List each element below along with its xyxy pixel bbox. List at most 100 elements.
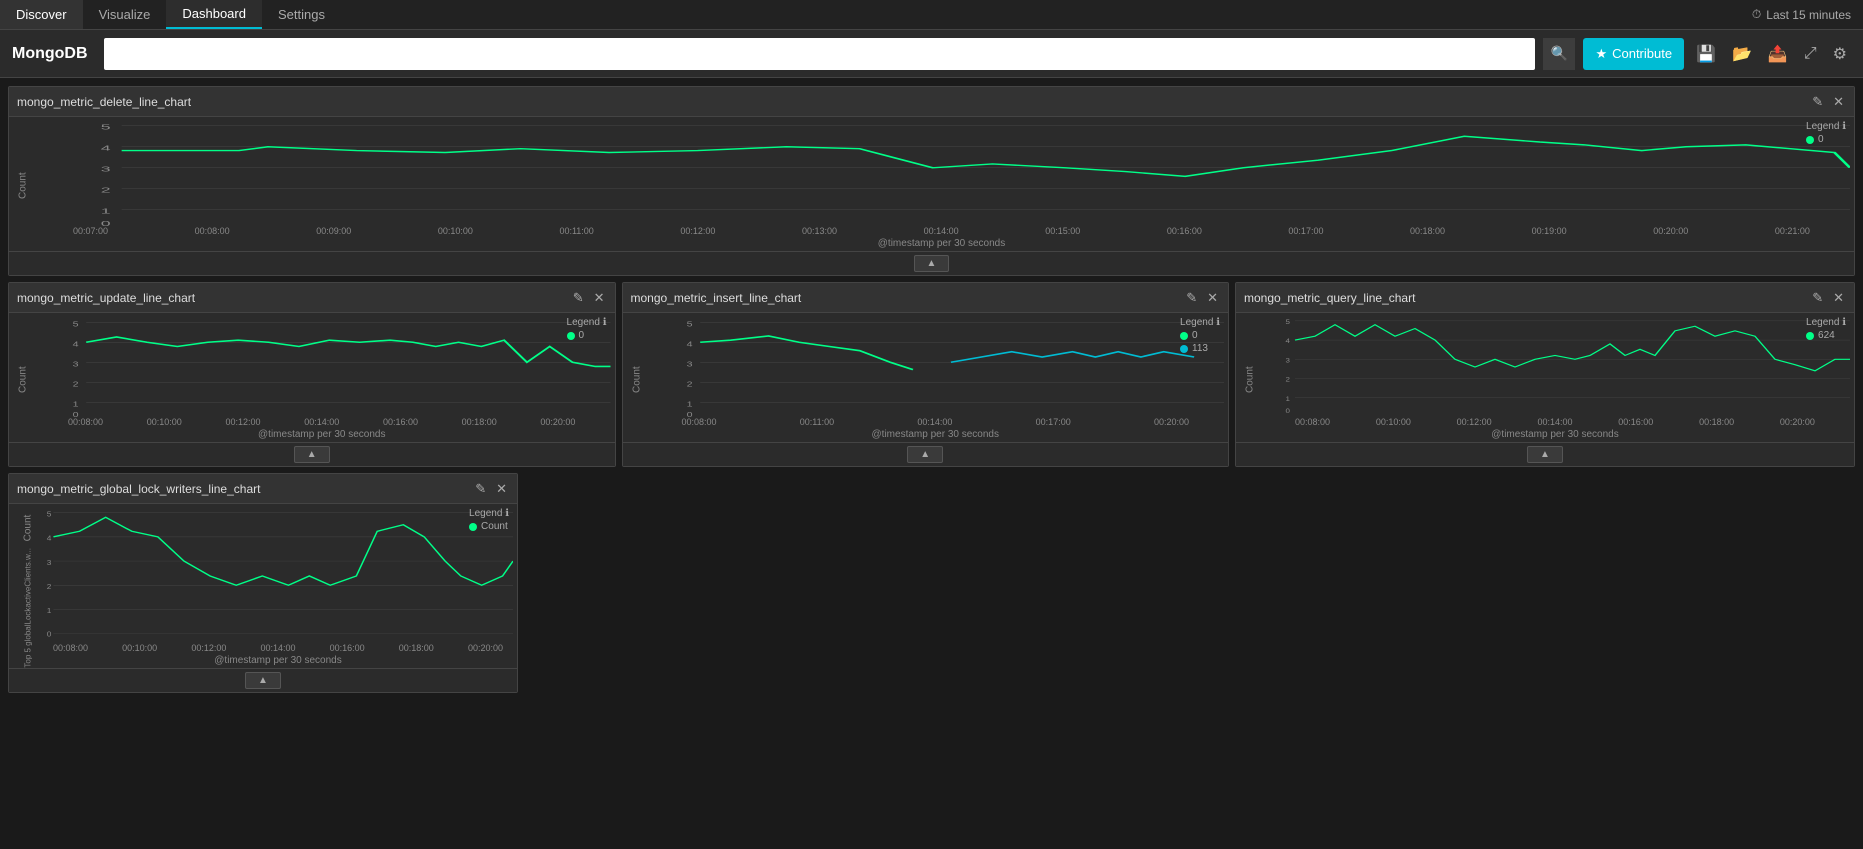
query-x-ticks: 00:08:0000:10:0000:12:0000:14:0000:16:00…	[1260, 417, 1850, 427]
global-lock-chart-area: Count Top 5 globalLockactiveClients.w...	[13, 508, 513, 668]
insert-chart-expand[interactable]: ▲	[907, 446, 943, 463]
svg-text:1: 1	[686, 400, 692, 408]
svg-text:0: 0	[101, 219, 111, 226]
save-button[interactable]: 💾	[1692, 40, 1720, 68]
svg-text:2: 2	[1286, 376, 1290, 383]
update-chart-title: mongo_metric_update_line_chart	[17, 291, 195, 305]
svg-text:4: 4	[101, 144, 111, 152]
nav-settings[interactable]: Settings	[262, 0, 341, 29]
query-y-axis: Count	[1240, 317, 1260, 442]
insert-x-ticks: 00:08:0000:11:0000:14:0000:17:0000:20:00	[647, 417, 1225, 427]
update-chart-close[interactable]: ✕	[592, 290, 607, 306]
delete-chart-close[interactable]: ✕	[1831, 94, 1846, 110]
zoom-button[interactable]: ⤢	[1800, 41, 1821, 67]
top-nav: Discover Visualize Dashboard Settings ⏱ …	[0, 0, 1863, 30]
delete-y-axis: Count	[13, 121, 33, 251]
nav-visualize[interactable]: Visualize	[83, 0, 167, 29]
svg-text:3: 3	[1286, 357, 1290, 364]
global-lock-x-ticks: 00:08:0000:10:0000:12:0000:14:0000:16:00…	[43, 643, 513, 653]
svg-text:5: 5	[686, 320, 692, 328]
global-lock-x-label: @timestamp per 30 seconds	[43, 653, 513, 668]
svg-text:3: 3	[47, 558, 52, 566]
update-chart-footer: ▲	[9, 442, 615, 466]
query-chart-area: Count 5 4 3	[1240, 317, 1850, 442]
time-display: ⏱ Last 15 minutes	[1752, 7, 1863, 22]
global-lock-y-axes: Count Top 5 globalLockactiveClients.w...	[13, 508, 43, 668]
insert-chart-inner: 5 4 3 2 1 0	[647, 317, 1225, 442]
delete-svg-wrapper: 5 4 3 2 1 0	[33, 121, 1850, 226]
svg-text:4: 4	[73, 340, 79, 348]
delete-chart-expand[interactable]: ▲	[914, 255, 950, 272]
svg-text:3: 3	[101, 165, 111, 173]
update-chart-panel: mongo_metric_update_line_chart ✎ ✕ Legen…	[8, 282, 616, 467]
svg-text:5: 5	[73, 320, 79, 328]
delete-chart-footer: ▲	[9, 251, 1854, 275]
query-chart-panel: mongo_metric_query_line_chart ✎ ✕ Legend…	[1235, 282, 1855, 467]
contribute-icon: ★	[1595, 46, 1607, 62]
insert-chart-edit[interactable]: ✎	[1184, 290, 1199, 306]
query-chart-close[interactable]: ✕	[1831, 290, 1846, 306]
main-content: mongo_metric_delete_line_chart ✎ ✕ Legen…	[0, 78, 1863, 849]
global-lock-y-axis-2: Top 5 globalLockactiveClients.w...	[18, 548, 38, 668]
svg-text:0: 0	[47, 630, 52, 638]
global-lock-chart-expand[interactable]: ▲	[245, 672, 281, 689]
contribute-button[interactable]: ★ Contribute	[1583, 38, 1684, 70]
insert-svg-wrapper: 5 4 3 2 1 0	[647, 317, 1225, 417]
svg-text:2: 2	[101, 186, 111, 194]
insert-chart-close[interactable]: ✕	[1205, 290, 1220, 306]
delete-chart-panel: mongo_metric_delete_line_chart ✎ ✕ Legen…	[8, 86, 1855, 276]
insert-chart-panel: mongo_metric_insert_line_chart ✎ ✕ Legen…	[622, 282, 1230, 467]
svg-text:2: 2	[73, 380, 79, 388]
nav-discover[interactable]: Discover	[0, 0, 83, 29]
delete-chart-edit[interactable]: ✎	[1810, 94, 1825, 110]
svg-text:3: 3	[73, 360, 79, 368]
search-button[interactable]: 🔍	[1543, 38, 1575, 70]
insert-y-axis: Count	[627, 317, 647, 442]
update-x-label: @timestamp per 30 seconds	[33, 427, 611, 442]
delete-legend: Legend ℹ 0	[1806, 121, 1846, 145]
svg-text:4: 4	[47, 534, 52, 542]
toolbar: MongoDB 🔍 ★ Contribute 💾 📂 📤 ⤢ ⚙	[0, 30, 1863, 78]
svg-text:4: 4	[686, 340, 692, 348]
delete-chart-area: Count 5 4	[13, 121, 1850, 251]
query-chart-edit[interactable]: ✎	[1810, 290, 1825, 306]
query-chart-svg: 5 4 3 2 1 0	[1260, 317, 1850, 417]
global-lock-chart-close[interactable]: ✕	[494, 481, 509, 497]
update-chart-area: Count 5 4 3	[13, 317, 611, 442]
open-button[interactable]: 📂	[1728, 40, 1756, 68]
insert-chart-title: mongo_metric_insert_line_chart	[631, 291, 802, 305]
query-chart-body: Legend ℹ 624 Count	[1236, 313, 1854, 442]
update-chart-edit[interactable]: ✎	[571, 290, 586, 306]
global-lock-chart-edit[interactable]: ✎	[473, 481, 488, 497]
svg-text:5: 5	[101, 123, 111, 131]
nav-dashboard[interactable]: Dashboard	[166, 0, 262, 29]
svg-text:0: 0	[1286, 408, 1290, 415]
svg-text:1: 1	[101, 207, 111, 215]
delete-chart-inner: 5 4 3 2 1 0 00:07:	[33, 121, 1850, 251]
query-x-label: @timestamp per 30 seconds	[1260, 427, 1850, 442]
delete-x-ticks: 00:07:0000:08:0000:09:0000:10:0000:11:00…	[33, 226, 1850, 236]
delete-chart-svg: 5 4 3 2 1 0	[33, 121, 1850, 226]
update-chart-body: Legend ℹ 0 Count	[9, 313, 615, 442]
query-chart-expand[interactable]: ▲	[1527, 446, 1563, 463]
delete-chart-header: mongo_metric_delete_line_chart ✎ ✕	[9, 87, 1854, 117]
insert-chart-header: mongo_metric_insert_line_chart ✎ ✕	[623, 283, 1229, 313]
share-button[interactable]: 📤	[1764, 40, 1792, 68]
insert-chart-svg: 5 4 3 2 1 0	[647, 317, 1225, 417]
app-title: MongoDB	[12, 45, 88, 63]
delete-chart-title: mongo_metric_delete_line_chart	[17, 95, 191, 109]
update-chart-inner: 5 4 3 2 1 0 00:08:0000:10:0000:12:0000:1…	[33, 317, 611, 442]
svg-text:5: 5	[1286, 319, 1290, 326]
svg-text:2: 2	[47, 582, 52, 590]
global-lock-chart-panel: mongo_metric_global_lock_writers_line_ch…	[8, 473, 518, 693]
search-input[interactable]	[104, 38, 1536, 70]
svg-text:4: 4	[1286, 338, 1290, 345]
global-lock-chart-title: mongo_metric_global_lock_writers_line_ch…	[17, 482, 260, 496]
insert-legend: Legend ℹ 0 113	[1180, 317, 1220, 354]
global-lock-chart-body: Legend ℹ Count Count Top 5 globalLockact…	[9, 504, 517, 668]
insert-chart-body: Legend ℹ 0 113 Count	[623, 313, 1229, 442]
update-legend: Legend ℹ 0	[567, 317, 607, 341]
update-chart-expand[interactable]: ▲	[294, 446, 330, 463]
delete-x-label: @timestamp per 30 seconds	[33, 236, 1850, 251]
settings-button[interactable]: ⚙	[1829, 40, 1851, 68]
